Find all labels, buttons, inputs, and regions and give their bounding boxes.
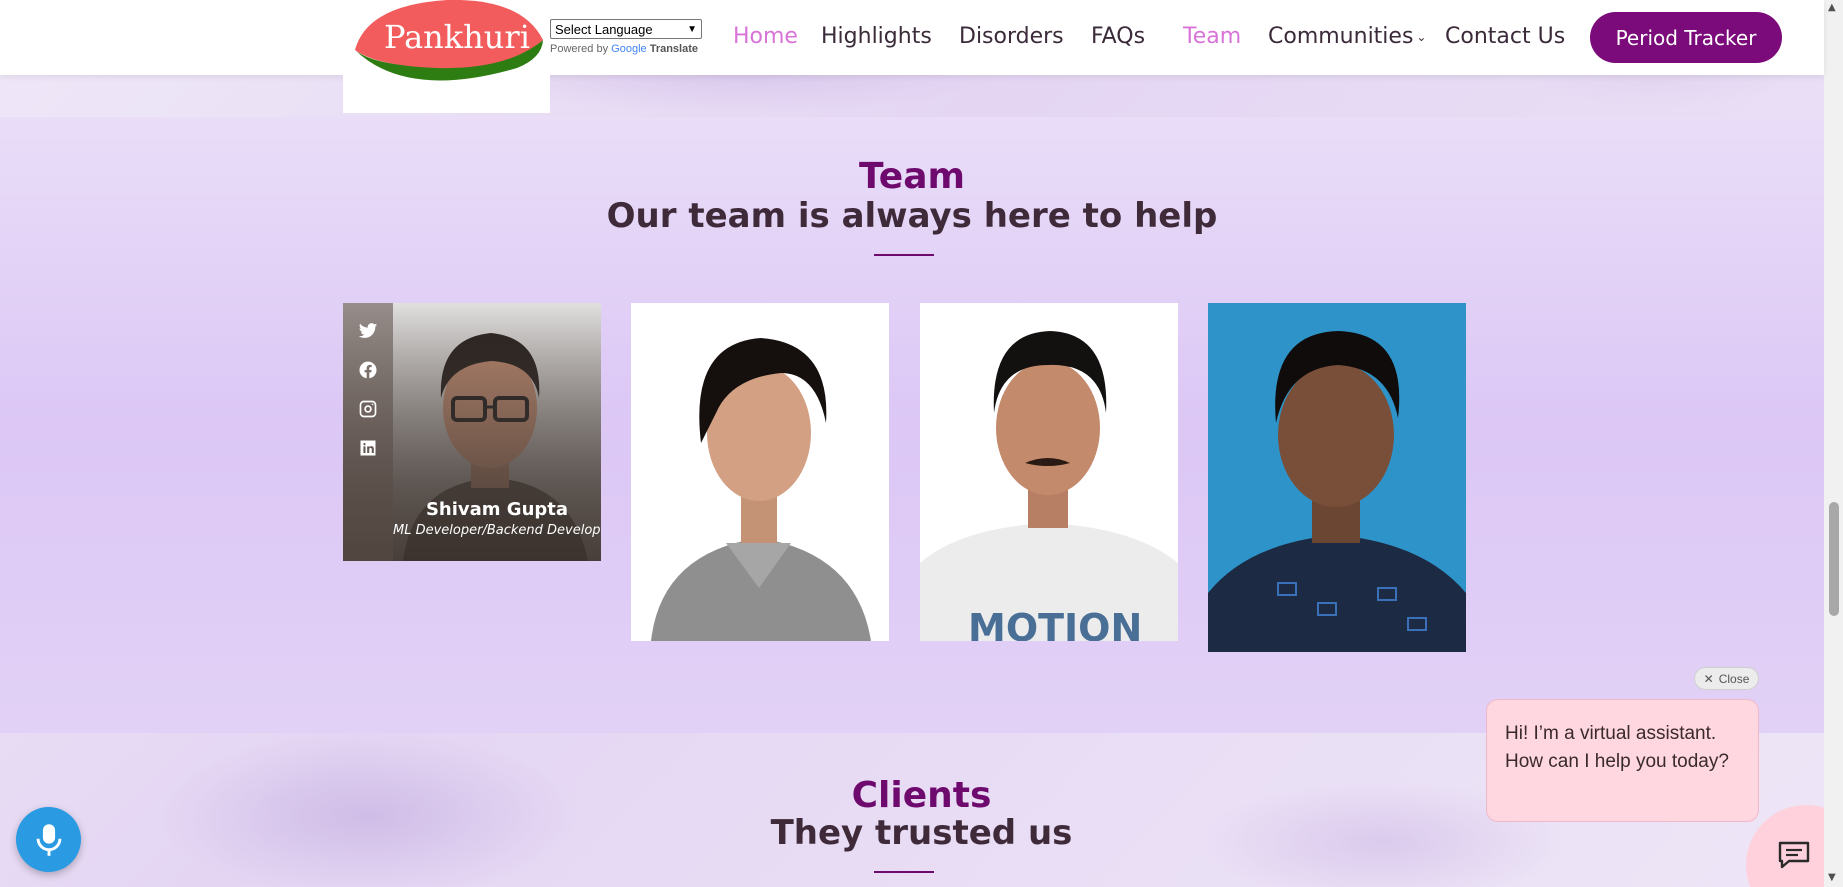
nav-item-communities[interactable]: Communities ⌄ bbox=[1268, 24, 1426, 49]
chat-close-button[interactable]: ✕ Close bbox=[1694, 667, 1759, 690]
google-translate-widget: Select Language ▼ Powered by Google Tran… bbox=[550, 19, 702, 55]
page-scrollbar[interactable]: ▲ ▼ bbox=[1824, 0, 1843, 887]
nav-item-faqs[interactable]: FAQs bbox=[1091, 24, 1145, 49]
powered-by-text: Powered by bbox=[550, 43, 609, 55]
facebook-icon[interactable] bbox=[358, 360, 378, 380]
team-card-3[interactable]: MOTION bbox=[920, 303, 1178, 641]
logo[interactable]: Pankhuri bbox=[343, 0, 550, 113]
chat-close-label: Close bbox=[1718, 671, 1750, 686]
chat-icon bbox=[1778, 841, 1810, 869]
team-title-underline bbox=[874, 254, 934, 256]
member-photo bbox=[631, 303, 889, 641]
language-select-value: Select Language bbox=[555, 21, 653, 37]
team-section: Team Our team is always here to help Shi… bbox=[0, 117, 1824, 733]
translate-link[interactable]: Translate bbox=[650, 43, 698, 55]
chevron-down-icon: ⌄ bbox=[1416, 30, 1427, 44]
scroll-up-arrow-icon[interactable]: ▲ bbox=[1828, 2, 1836, 13]
period-tracker-button[interactable]: Period Tracker bbox=[1590, 12, 1782, 63]
microphone-icon bbox=[36, 823, 61, 856]
linkedin-icon[interactable] bbox=[358, 438, 378, 458]
close-icon: ✕ bbox=[1703, 671, 1714, 686]
member-photo bbox=[1208, 303, 1466, 652]
member-role: ML Developer/Backend Developer bbox=[393, 523, 601, 538]
nav-item-home[interactable]: Home bbox=[733, 24, 798, 49]
powered-by-google-translate: Powered by Google Translate bbox=[550, 43, 702, 55]
chat-greeting-bubble[interactable]: Hi! I’m a virtual assistant. How can I h… bbox=[1486, 699, 1759, 822]
voice-search-button[interactable] bbox=[16, 807, 81, 872]
shirt-text: MOTION bbox=[968, 606, 1142, 641]
scroll-down-arrow-icon[interactable]: ▼ bbox=[1828, 872, 1836, 883]
nav-item-team[interactable]: Team bbox=[1183, 24, 1241, 49]
google-logo-text: Google bbox=[611, 43, 647, 55]
social-links bbox=[343, 303, 393, 561]
team-title: Team bbox=[859, 156, 965, 197]
nav-item-highlights[interactable]: Highlights bbox=[821, 24, 932, 49]
logo-text: Pankhuri bbox=[384, 18, 530, 56]
twitter-icon[interactable] bbox=[358, 321, 378, 341]
nav-item-communities-label: Communities bbox=[1268, 24, 1414, 49]
team-subtitle: Our team is always here to help bbox=[606, 196, 1218, 236]
language-select[interactable]: Select Language ▼ bbox=[550, 19, 702, 39]
member-name: Shivam Gupta bbox=[425, 499, 569, 520]
team-card-4[interactable] bbox=[1208, 303, 1466, 652]
member-photo: MOTION bbox=[920, 303, 1178, 641]
chevron-down-icon: ▼ bbox=[687, 23, 697, 35]
nav-item-contact[interactable]: Contact Us bbox=[1445, 24, 1565, 49]
clients-title-underline bbox=[874, 871, 934, 873]
nav-item-disorders[interactable]: Disorders bbox=[959, 24, 1064, 49]
team-card-2[interactable] bbox=[631, 303, 889, 641]
team-card-shivam[interactable]: Shivam Gupta ML Developer/Backend Develo… bbox=[343, 303, 601, 561]
instagram-icon[interactable] bbox=[358, 399, 378, 419]
scrollbar-thumb[interactable] bbox=[1829, 502, 1839, 616]
